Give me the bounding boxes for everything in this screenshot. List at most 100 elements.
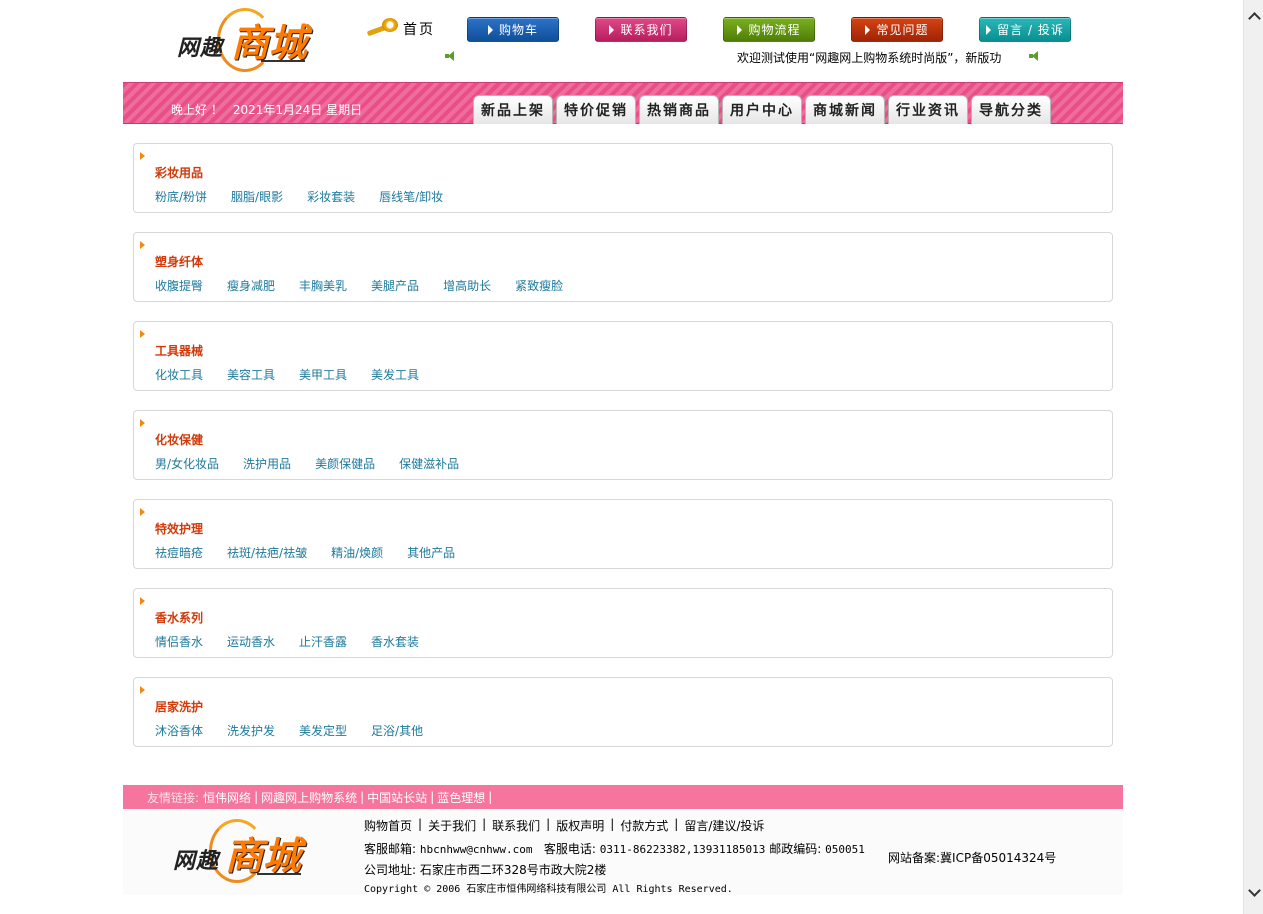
friend-link[interactable]: 蓝色理想 bbox=[437, 789, 485, 806]
category-title[interactable]: 彩妆用品 bbox=[155, 164, 203, 181]
tab-user-center[interactable]: 用户中心 bbox=[722, 95, 802, 124]
subcategory-link[interactable]: 美腿产品 bbox=[371, 277, 419, 294]
subcategory-link[interactable]: 美发定型 bbox=[299, 722, 347, 739]
subcategory-links: 情侣香水 运动香水 止汗香露 香水套装 bbox=[155, 633, 419, 650]
shopping-process-button-label: 购物流程 bbox=[748, 23, 801, 37]
footer-nav-about[interactable]: 关于我们 bbox=[428, 817, 476, 834]
faq-button[interactable]: 常见问题 bbox=[851, 17, 943, 42]
subcategory-link[interactable]: 运动香水 bbox=[227, 633, 275, 650]
feedback-button[interactable]: 留言 / 投诉 bbox=[979, 17, 1071, 42]
logo-underline bbox=[261, 60, 305, 62]
footer-nav-feedback[interactable]: 留言/建议/投诉 bbox=[684, 817, 764, 834]
category-title[interactable]: 特效护理 bbox=[155, 520, 203, 537]
footer-nav-payment[interactable]: 付款方式 bbox=[620, 817, 668, 834]
friend-links-label: 友情链接: bbox=[147, 790, 200, 805]
play-arrow-icon bbox=[487, 24, 493, 35]
subcategory-link[interactable]: 止汗香露 bbox=[299, 633, 347, 650]
friend-link[interactable]: 恒伟网络 bbox=[203, 789, 251, 806]
subcategory-link[interactable]: 美发工具 bbox=[371, 366, 419, 383]
email-label: 客服邮箱: bbox=[364, 842, 417, 856]
subcategory-link[interactable]: 胭脂/眼影 bbox=[231, 188, 283, 205]
scroll-down-icon[interactable] bbox=[1244, 886, 1263, 906]
logo-big-text: 商城 bbox=[231, 20, 308, 65]
zip-label: 邮政编码: bbox=[769, 842, 822, 856]
friend-link[interactable]: 中国站长站 bbox=[367, 789, 427, 806]
tab-best-sellers[interactable]: 热销商品 bbox=[639, 95, 719, 124]
subcategory-link[interactable]: 其他产品 bbox=[407, 544, 455, 561]
subcategory-link[interactable]: 增高助长 bbox=[443, 277, 491, 294]
tab-specials[interactable]: 特价促销 bbox=[556, 95, 636, 124]
bullet-arrow-icon bbox=[140, 152, 145, 160]
feedback-button-label: 留言 / 投诉 bbox=[997, 23, 1064, 37]
subcategory-link[interactable]: 美甲工具 bbox=[299, 366, 347, 383]
speaker-icon bbox=[1029, 51, 1039, 61]
subcategory-link[interactable]: 美容工具 bbox=[227, 366, 275, 383]
category-title[interactable]: 居家洗护 bbox=[155, 698, 203, 715]
subcategory-link[interactable]: 精油/焕颜 bbox=[331, 544, 383, 561]
footer-nav: 购物首页 | 关于我们 | 联系我们 | 版权声明 | 付款方式 | 留言/建议/投诉 bbox=[364, 817, 765, 834]
bullet-arrow-icon bbox=[140, 241, 145, 249]
cart-button-label: 购物车 bbox=[498, 23, 538, 37]
subcategory-link[interactable]: 香水套装 bbox=[371, 633, 419, 650]
tab-industry-info[interactable]: 行业资讯 bbox=[888, 95, 968, 124]
subcategory-link[interactable]: 收腹提臀 bbox=[155, 277, 203, 294]
category-title[interactable]: 香水系列 bbox=[155, 609, 203, 626]
subcategory-link[interactable]: 丰胸美乳 bbox=[299, 277, 347, 294]
bullet-arrow-icon bbox=[140, 597, 145, 605]
footer-nav-copyright[interactable]: 版权声明 bbox=[556, 817, 604, 834]
subcategory-link[interactable]: 洗发护发 bbox=[227, 722, 275, 739]
tab-mall-news[interactable]: 商城新闻 bbox=[805, 95, 885, 124]
phone-label: 客服电话: bbox=[543, 842, 596, 856]
footer-nav-home[interactable]: 购物首页 bbox=[364, 817, 412, 834]
zip-value: 050051 bbox=[825, 843, 865, 856]
scroll-up-icon[interactable] bbox=[1244, 8, 1263, 28]
contact-button[interactable]: 联系我们 bbox=[595, 17, 687, 42]
shopping-process-button[interactable]: 购物流程 bbox=[723, 17, 815, 42]
subcategory-link[interactable]: 紧致瘦脸 bbox=[515, 277, 563, 294]
subcategory-link[interactable]: 沐浴香体 bbox=[155, 722, 203, 739]
subcategory-link[interactable]: 保健滋补品 bbox=[399, 455, 459, 472]
subcategory-link[interactable]: 唇线笔/卸妆 bbox=[379, 188, 443, 205]
cart-button[interactable]: 购物车 bbox=[467, 17, 559, 42]
site-logo[interactable]: 网趣 商城 bbox=[173, 6, 308, 78]
announcement-marquee[interactable]: 欢迎测试使用“网趣网上购物系统时尚版”，新版功 bbox=[737, 49, 1027, 66]
header: 网趣 商城 首页 购物车 联系我们 购物流程 常见问题 留言 / 投诉 欢迎测试… bbox=[123, 0, 1123, 82]
subcategory-link[interactable]: 祛斑/祛疤/祛皱 bbox=[227, 544, 307, 561]
email-value[interactable]: hbcnhww@cnhww.com bbox=[420, 843, 533, 856]
category-box: 塑身纤体收腹提臀 瘦身减肥 丰胸美乳 美腿产品 增高助长 紧致瘦脸 bbox=[133, 232, 1113, 302]
footer-nav-contact[interactable]: 联系我们 bbox=[492, 817, 540, 834]
greeting: 晚上好 ！ 2021年1月24日 星期日 bbox=[171, 101, 362, 118]
subcategory-link[interactable]: 足浴/其他 bbox=[371, 722, 423, 739]
friend-link[interactable]: 网趣网上购物系统 bbox=[261, 789, 357, 806]
subcategory-link[interactable]: 化妆工具 bbox=[155, 366, 203, 383]
category-title[interactable]: 塑身纤体 bbox=[155, 253, 203, 270]
category-box: 特效护理祛痘暗疮 祛斑/祛疤/祛皱 精油/焕颜 其他产品 bbox=[133, 499, 1113, 569]
icp-record[interactable]: 网站备案:冀ICP备05014324号 bbox=[888, 849, 1056, 866]
category-title[interactable]: 工具器械 bbox=[155, 342, 203, 359]
subcategory-links: 化妆工具 美容工具 美甲工具 美发工具 bbox=[155, 366, 419, 383]
subcategory-link[interactable]: 粉底/粉饼 bbox=[155, 188, 207, 205]
home-link[interactable]: 首页 bbox=[365, 18, 435, 40]
phone-value: 0311-86223382,13931185013 bbox=[599, 843, 766, 856]
vertical-scrollbar[interactable] bbox=[1243, 0, 1263, 914]
category-box: 彩妆用品粉底/粉饼 胭脂/眼影 彩妆套装 唇线笔/卸妆 bbox=[133, 143, 1113, 213]
subcategory-link[interactable]: 男/女化妆品 bbox=[155, 455, 219, 472]
category-title[interactable]: 化妆保健 bbox=[155, 431, 203, 448]
subcategory-link[interactable]: 情侣香水 bbox=[155, 633, 203, 650]
subcategory-link[interactable]: 彩妆套装 bbox=[307, 188, 355, 205]
subcategory-link[interactable]: 祛痘暗疮 bbox=[155, 544, 203, 561]
subcategory-link[interactable]: 瘦身减肥 bbox=[227, 277, 275, 294]
subcategory-links: 男/女化妆品 洗护用品 美颜保健品 保健滋补品 bbox=[155, 455, 459, 472]
bullet-arrow-icon bbox=[140, 508, 145, 516]
friend-links-bar: 友情链接: 恒伟网络 | 网趣网上购物系统 | 中国站长站 | 蓝色理想 | bbox=[123, 785, 1123, 809]
bullet-arrow-icon bbox=[140, 686, 145, 694]
tab-navigation[interactable]: 导航分类 bbox=[971, 95, 1051, 124]
footer-logo-text: 网趣 bbox=[173, 848, 220, 874]
category-box: 香水系列情侣香水 运动香水 止汗香露 香水套装 bbox=[133, 588, 1113, 658]
tab-new-products[interactable]: 新品上架 bbox=[473, 95, 553, 124]
subcategory-link[interactable]: 洗护用品 bbox=[243, 455, 291, 472]
category-box: 工具器械化妆工具 美容工具 美甲工具 美发工具 bbox=[133, 321, 1113, 391]
subcategory-link[interactable]: 美颜保健品 bbox=[315, 455, 375, 472]
footer-logo[interactable]: 网趣 商城 bbox=[167, 815, 302, 891]
category-box: 化妆保健男/女化妆品 洗护用品 美颜保健品 保健滋补品 bbox=[133, 410, 1113, 480]
